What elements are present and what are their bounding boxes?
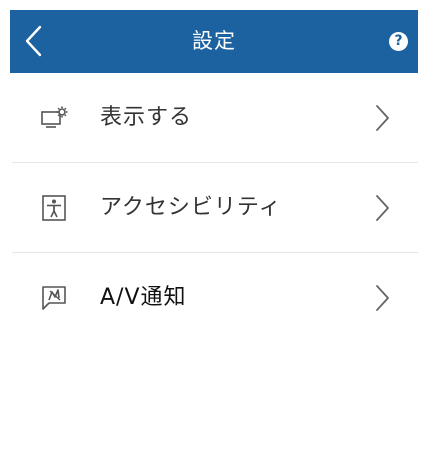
page-title: 設定 [192, 29, 236, 53]
header-bar: 設定 ? [10, 10, 418, 73]
settings-item-accessibility[interactable]: アクセシビリティ [12, 163, 418, 253]
settings-item-label: アクセシビリティ [100, 195, 282, 220]
settings-item-label: A/V通知 [100, 285, 187, 310]
display-settings-icon [41, 106, 68, 128]
chevron-left-icon [25, 25, 42, 57]
settings-item-display[interactable]: 表示する [12, 73, 418, 163]
back-button[interactable] [22, 24, 46, 58]
help-button[interactable]: ? [389, 32, 408, 51]
chevron-right-icon [376, 105, 389, 131]
accessibility-icon [42, 195, 66, 221]
chevron-right-icon [376, 285, 389, 311]
settings-panel: 設定 ? 表示する アクセシビリティ A/V通知 [10, 10, 418, 342]
av-notification-icon [42, 286, 66, 310]
settings-list: 表示する アクセシビリティ A/V通知 [12, 73, 418, 342]
settings-item-label: 表示する [100, 105, 193, 130]
settings-item-av-notification[interactable]: A/V通知 [12, 253, 418, 342]
chevron-right-icon [376, 195, 389, 221]
